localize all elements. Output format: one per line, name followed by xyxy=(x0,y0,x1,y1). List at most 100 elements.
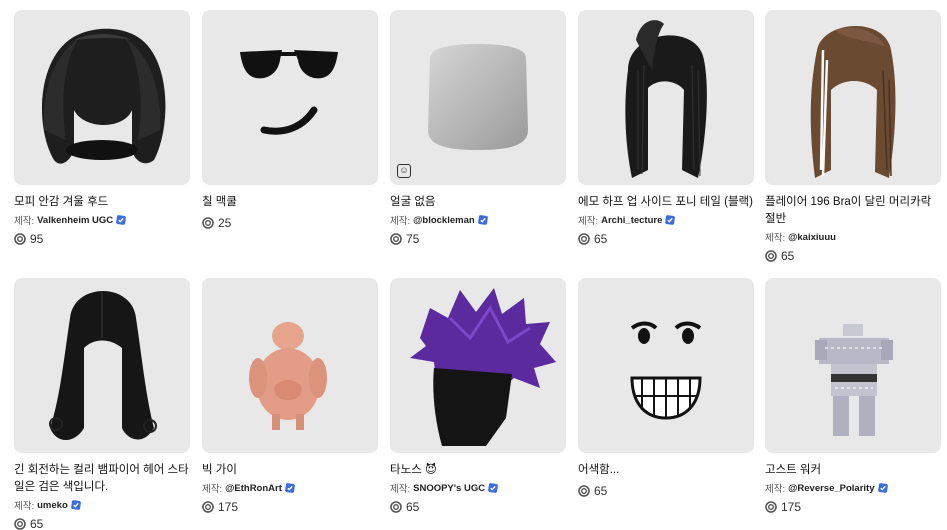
item-creator: 제작: umeko xyxy=(14,498,190,512)
verified-badge-icon xyxy=(116,215,126,225)
creator-name[interactable]: SNOOPY's UGC xyxy=(413,483,485,494)
creator-name[interactable]: Valkenheim UGC xyxy=(37,215,113,226)
ugc-badge-icon: ☺ xyxy=(397,164,411,178)
item-price: 65 xyxy=(390,500,566,514)
catalog-item-card[interactable]: 타노스 😈 제작: SNOOPY's UGC 65 xyxy=(390,278,566,514)
creator-name[interactable]: @blockleman xyxy=(413,215,475,226)
item-creator: 제작: @kaixiuuu xyxy=(765,230,941,245)
black-side-ponytail-hair-icon xyxy=(625,20,707,179)
catalog-item-card[interactable]: 빅 가이 제작: @EthRonArt 175 xyxy=(202,278,378,514)
item-thumbnail[interactable]: ☺ xyxy=(390,10,566,185)
robux-icon xyxy=(765,250,777,262)
item-thumbnail[interactable] xyxy=(578,10,754,185)
item-name[interactable]: 고스트 워커 xyxy=(765,462,941,479)
robux-icon xyxy=(202,217,214,229)
item-name[interactable]: 플레이어 196 Bra이 달린 머리카락 절반 xyxy=(765,194,941,228)
item-thumbnail[interactable] xyxy=(202,278,378,453)
robux-icon xyxy=(14,518,26,530)
blank-head-icon xyxy=(428,44,528,150)
robux-icon xyxy=(390,233,402,245)
catalog-item-card[interactable]: 어색함... 65 xyxy=(578,278,754,498)
item-thumbnail[interactable] xyxy=(765,10,941,185)
creator-name[interactable]: @Reverse_Polarity xyxy=(788,483,874,494)
item-price: 65 xyxy=(578,232,754,246)
robux-icon xyxy=(202,501,214,513)
verified-badge-icon xyxy=(877,483,888,493)
item-creator: 제작: Valkenheim UGC xyxy=(14,213,190,227)
item-price: 95 xyxy=(14,232,190,246)
long-curly-black-hair-icon xyxy=(49,291,157,441)
catalog-item-card[interactable]: 모피 안감 겨울 후드 제작: Valkenheim UGC 95 xyxy=(14,10,190,246)
item-name[interactable]: 어색함... xyxy=(578,462,754,479)
item-thumbnail[interactable] xyxy=(578,278,754,453)
item-name[interactable]: 칠 맥쿨 xyxy=(202,194,378,211)
item-price: 175 xyxy=(765,500,941,514)
robux-icon xyxy=(765,501,777,513)
catalog-grid: 모피 안감 겨울 후드 제작: Valkenheim UGC 95 칠 맥쿨 2… xyxy=(14,10,944,530)
item-creator: 제작: @EthRonArt xyxy=(202,481,378,495)
creator-prefix: 제작: xyxy=(765,233,786,244)
big-guy-body-icon xyxy=(249,322,327,430)
item-price: 65 xyxy=(765,249,941,263)
creator-prefix: 제작: xyxy=(765,484,786,495)
creator-prefix: 제작: xyxy=(14,216,35,227)
catalog-item-card[interactable]: ☺ 얼굴 없음 제작: @blockleman 75 xyxy=(390,10,566,246)
item-thumbnail[interactable] xyxy=(765,278,941,453)
item-name[interactable]: 빅 가이 xyxy=(202,462,378,479)
creator-prefix: 제작: xyxy=(578,216,599,227)
item-price: 65 xyxy=(14,517,190,530)
item-creator: 제작: Archi_tecture xyxy=(578,213,754,227)
robux-icon xyxy=(578,485,590,497)
creator-name[interactable]: Archi_tecture xyxy=(601,215,662,226)
item-thumbnail[interactable] xyxy=(390,278,566,453)
item-thumbnail[interactable] xyxy=(14,10,190,185)
item-name[interactable]: 긴 회전하는 컬리 뱀파이어 헤어 스타일은 검은 색입니다. xyxy=(14,462,190,496)
creator-name[interactable]: @kaixiuuu xyxy=(788,232,836,243)
creator-name[interactable]: umeko xyxy=(37,500,68,511)
price-value: 65 xyxy=(30,517,44,530)
robux-icon xyxy=(578,233,590,245)
price-value: 65 xyxy=(594,232,608,246)
price-value: 75 xyxy=(406,232,420,246)
catalog-item-card[interactable]: 에모 하프 업 사이드 포니 테일 (블랙) 제작: Archi_tecture… xyxy=(578,10,754,246)
catalog-item-card[interactable]: 플레이어 196 Bra이 달린 머리카락 절반 제작: @kaixiuuu 6… xyxy=(765,10,941,263)
verified-badge-icon xyxy=(285,483,295,493)
creator-prefix: 제작: xyxy=(202,484,223,495)
verified-badge-icon xyxy=(665,215,676,225)
price-value: 95 xyxy=(30,232,44,246)
item-price: 175 xyxy=(202,500,378,514)
price-value: 25 xyxy=(218,216,232,230)
item-price: 65 xyxy=(578,484,754,498)
item-price: 25 xyxy=(202,216,378,230)
purple-spiky-hair-icon xyxy=(410,288,556,446)
price-value: 65 xyxy=(406,500,420,514)
brown-braided-hair-icon xyxy=(810,25,896,178)
catalog-item-card[interactable]: 칠 맥쿨 25 xyxy=(202,10,378,230)
creator-prefix: 제작: xyxy=(390,216,411,227)
catalog-item-card[interactable]: 고스트 워커 제작: @Reverse_Polarity 175 xyxy=(765,278,941,514)
robux-icon xyxy=(14,233,26,245)
price-value: 175 xyxy=(218,500,239,514)
verified-badge-icon xyxy=(488,483,498,493)
creator-name[interactable]: @EthRonArt xyxy=(225,483,282,494)
creator-prefix: 제작: xyxy=(14,501,35,512)
item-name[interactable]: 모피 안감 겨울 후드 xyxy=(14,194,190,211)
item-price: 75 xyxy=(390,232,566,246)
creator-prefix: 제작: xyxy=(390,484,411,495)
price-value: 65 xyxy=(781,249,795,263)
catalog-item-card[interactable]: 긴 회전하는 컬리 뱀파이어 헤어 스타일은 검은 색입니다. 제작: umek… xyxy=(14,278,190,530)
verified-badge-icon xyxy=(477,215,488,225)
robux-icon xyxy=(390,501,402,513)
item-name[interactable]: 얼굴 없음 xyxy=(390,194,566,211)
item-creator: 제작: SNOOPY's UGC xyxy=(390,481,566,495)
item-thumbnail[interactable] xyxy=(202,10,378,185)
item-creator: 제작: @Reverse_Polarity xyxy=(765,481,941,495)
item-name[interactable]: 에모 하프 업 사이드 포니 테일 (블랙) xyxy=(578,194,754,211)
item-thumbnail[interactable] xyxy=(14,278,190,453)
price-value: 175 xyxy=(781,500,802,514)
verified-badge-icon xyxy=(70,500,81,510)
price-value: 65 xyxy=(594,484,608,498)
item-creator: 제작: @blockleman xyxy=(390,213,566,227)
item-name[interactable]: 타노스 😈 xyxy=(390,462,566,479)
sunglasses-smirk-face-icon xyxy=(240,50,338,135)
